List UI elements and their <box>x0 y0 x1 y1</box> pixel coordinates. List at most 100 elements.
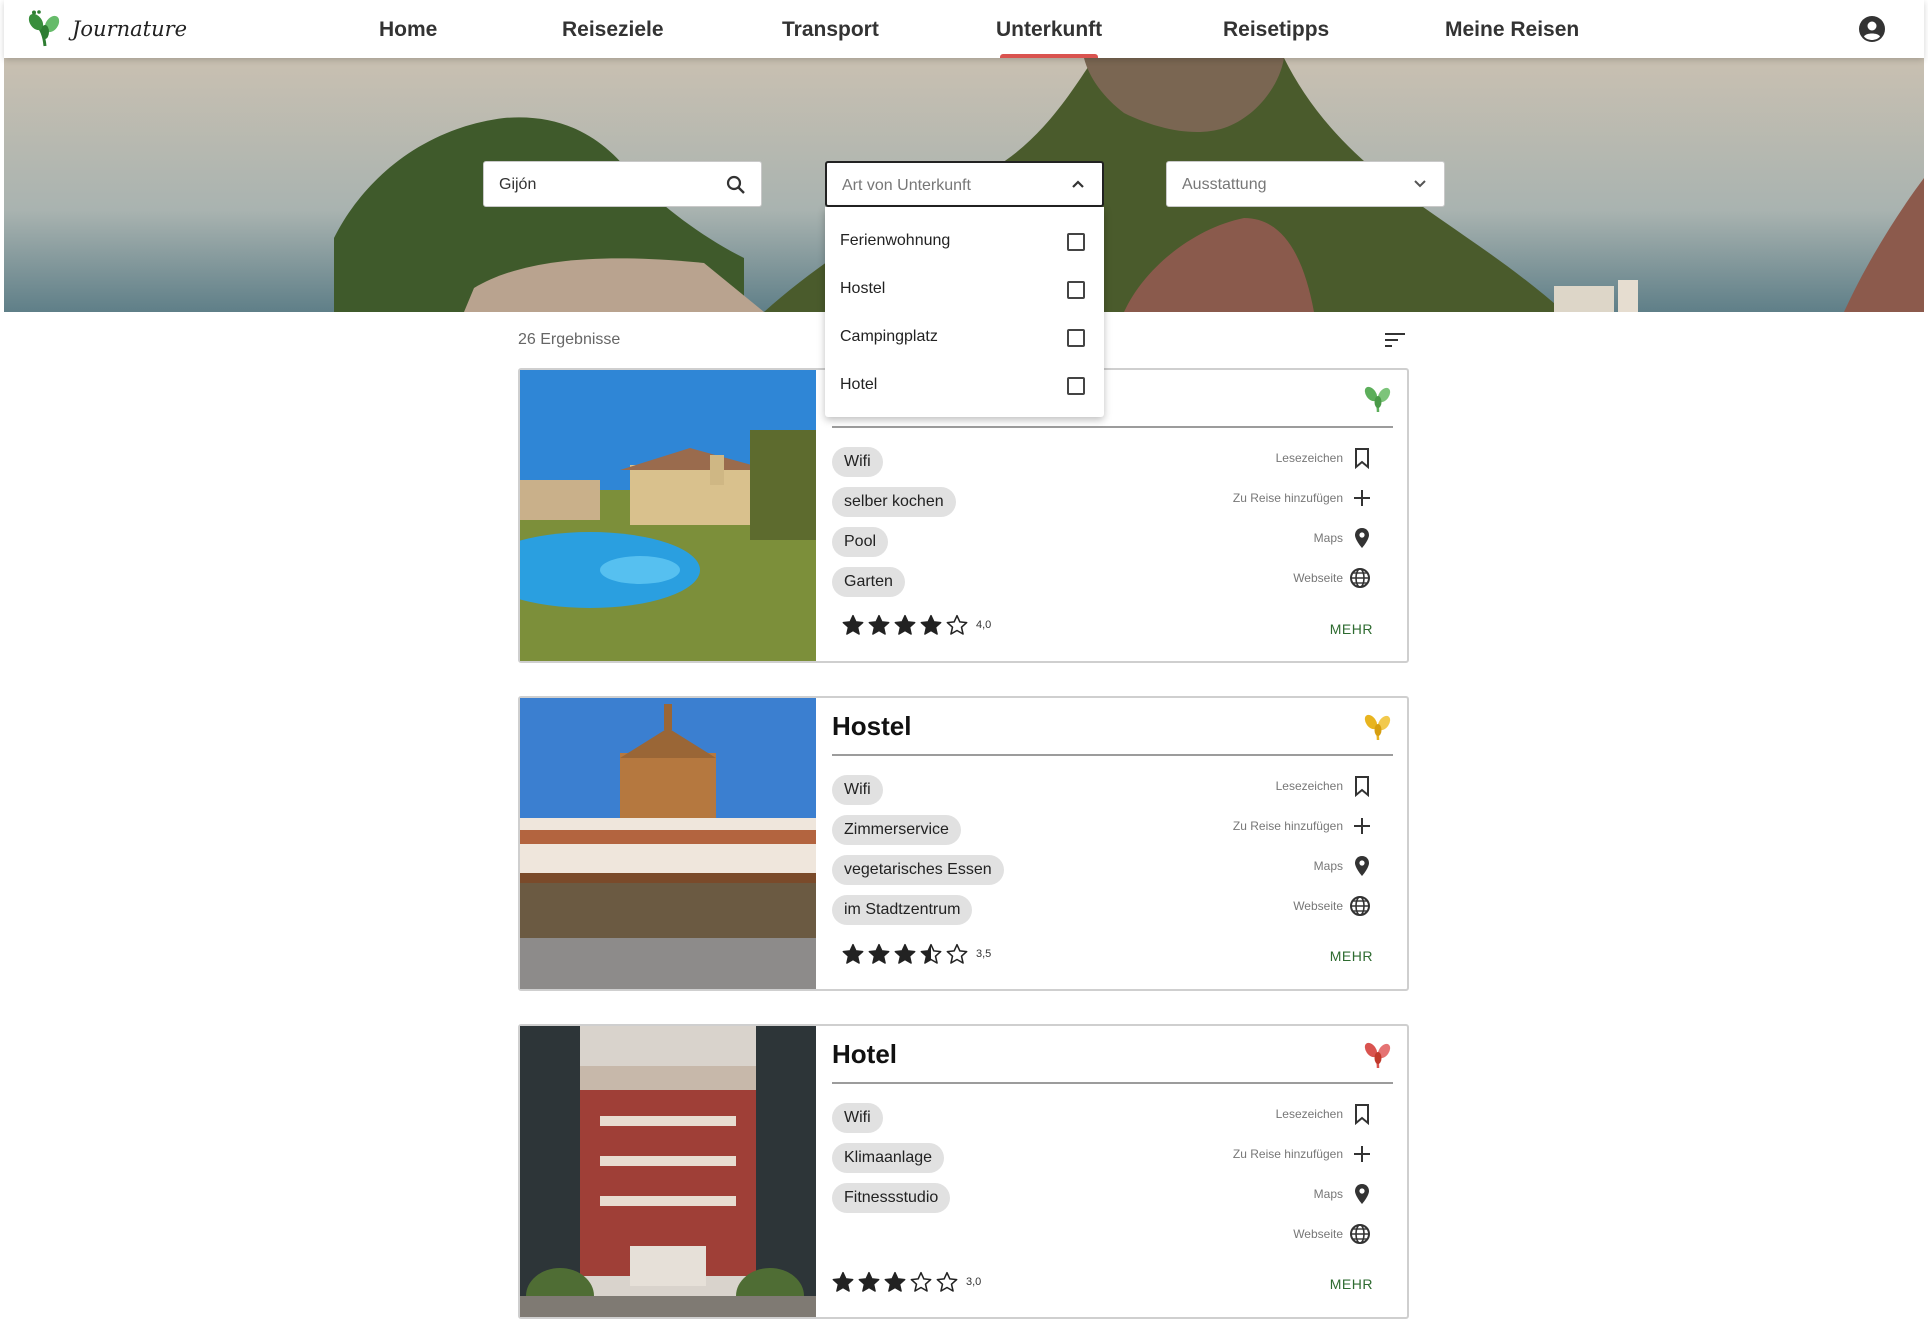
checkbox[interactable] <box>1067 377 1085 395</box>
more-button[interactable]: MEHR <box>1330 621 1373 637</box>
nav-reisetipps[interactable]: Reisetipps <box>1223 0 1329 58</box>
amenities-placeholder: Ausstattung <box>1182 176 1267 193</box>
option-label: Hotel <box>840 376 878 393</box>
nav-reiseziele[interactable]: Reiseziele <box>562 0 664 58</box>
amenities-select[interactable]: Ausstattung <box>1166 161 1445 207</box>
location-pin-icon[interactable] <box>1353 527 1371 549</box>
search-icon[interactable] <box>725 174 747 196</box>
checkbox[interactable] <box>1067 281 1085 299</box>
location-search-field[interactable]: Gijón <box>483 161 762 207</box>
tag-chip: Wifi <box>832 775 883 805</box>
nav-transport[interactable]: Transport <box>782 0 879 58</box>
more-button[interactable]: MEHR <box>1330 948 1373 964</box>
star-filled-icon <box>868 943 890 964</box>
plus-icon[interactable] <box>1353 1143 1371 1165</box>
nav-unterkunft[interactable]: Unterkunft <box>996 0 1102 58</box>
bookmark-label: Lesezeichen <box>1275 1107 1343 1121</box>
tag-chip: Fitnessstudio <box>832 1183 951 1213</box>
maps-label: Maps <box>1313 531 1343 545</box>
star-filled-icon <box>884 1271 906 1292</box>
option-hostel[interactable]: Hostel <box>840 265 1089 313</box>
bookmark-icon[interactable] <box>1353 775 1371 797</box>
add-to-trip-action[interactable]: Zu Reise hinzufügen <box>1233 815 1371 837</box>
yellow-leaf-icon <box>1364 714 1391 741</box>
add-to-trip-label: Zu Reise hinzufügen <box>1232 1147 1343 1161</box>
title-divider <box>832 426 1393 428</box>
results-count: 26 Ergebnisse <box>518 331 621 348</box>
checkbox[interactable] <box>1067 329 1085 347</box>
star-rating: 3,5 <box>842 943 991 965</box>
red-leaf-icon <box>1364 1042 1391 1069</box>
star-filled-icon <box>832 1271 854 1292</box>
website-action[interactable]: Webseite <box>1293 895 1371 917</box>
brand-name: Journature <box>72 17 188 41</box>
option-hotel[interactable]: Hotel <box>840 361 1089 409</box>
tag-chip: Garten <box>832 567 905 597</box>
star-outline-icon <box>910 1271 932 1292</box>
tag-chip: Wifi <box>832 447 883 477</box>
star-outline-icon <box>946 943 968 964</box>
add-to-trip-action[interactable]: Zu Reise hinzufügen <box>1233 487 1371 509</box>
title-divider <box>832 1082 1393 1084</box>
star-rating: 3,0 <box>832 1271 981 1293</box>
plus-icon[interactable] <box>1353 815 1371 837</box>
option-campingplatz[interactable]: Campingplatz <box>840 313 1089 361</box>
website-label: Webseite <box>1293 571 1343 585</box>
tag-chip: selber kochen <box>832 487 956 517</box>
accommodation-card: Hotel Wifi Klimaanlage Fitnessstudio Les… <box>518 1024 1409 1319</box>
globe-icon[interactable] <box>1349 1223 1371 1245</box>
website-action[interactable]: Webseite <box>1293 567 1371 589</box>
account-circle-icon[interactable] <box>1858 15 1886 43</box>
leaf-logo-icon <box>28 10 60 47</box>
option-label: Hostel <box>840 280 886 297</box>
option-label: Campingplatz <box>840 328 938 345</box>
maps-action[interactable]: Maps <box>1314 527 1371 549</box>
checkbox[interactable] <box>1067 233 1085 251</box>
plus-icon[interactable] <box>1353 487 1371 509</box>
tag-chip: Klimaanlage <box>832 1143 945 1173</box>
bookmark-action[interactable]: Lesezeichen <box>1276 447 1371 469</box>
bookmark-icon[interactable] <box>1353 1103 1371 1125</box>
hotel-building-photo <box>520 1026 816 1317</box>
card-title: Hostel <box>832 711 912 741</box>
nav-meine-reisen[interactable]: Meine Reisen <box>1445 0 1579 58</box>
star-half-icon <box>920 943 942 964</box>
maps-action[interactable]: Maps <box>1314 1183 1371 1205</box>
website-label: Webseite <box>1293 899 1343 913</box>
star-filled-icon <box>868 614 890 635</box>
bookmark-icon[interactable] <box>1353 447 1371 469</box>
option-ferienwohnung[interactable]: Ferienwohnung <box>840 217 1089 265</box>
top-navigation: Journature Home Reiseziele Transport Unt… <box>4 0 1924 58</box>
add-to-trip-action[interactable]: Zu Reise hinzufügen <box>1233 1143 1371 1165</box>
villa-pool-photo <box>520 370 816 661</box>
bookmark-action[interactable]: Lesezeichen <box>1276 775 1371 797</box>
tag-chip: vegetarisches Essen <box>832 855 1004 885</box>
globe-icon[interactable] <box>1349 895 1371 917</box>
tag-chip: Pool <box>832 527 889 557</box>
location-pin-icon[interactable] <box>1353 1183 1371 1205</box>
more-button[interactable]: MEHR <box>1330 1276 1373 1292</box>
globe-icon[interactable] <box>1349 567 1371 589</box>
star-rating: 4,0 <box>842 614 991 636</box>
tag-chip: im Stadtzentrum <box>832 895 973 925</box>
location-pin-icon[interactable] <box>1353 855 1371 877</box>
website-action[interactable]: Webseite <box>1293 1223 1371 1245</box>
tag-chip: Zimmerservice <box>832 815 961 845</box>
rating-value: 3,5 <box>976 948 992 960</box>
sort-icon[interactable] <box>1384 332 1406 348</box>
option-label: Ferienwohnung <box>840 232 951 249</box>
nav-home[interactable]: Home <box>379 0 437 58</box>
accommodation-type-dropdown: Ferienwohnung Hostel Campingplatz Hotel <box>825 207 1104 417</box>
star-filled-icon <box>894 943 916 964</box>
add-to-trip-label: Zu Reise hinzufügen <box>1232 491 1343 505</box>
accommodation-type-select[interactable]: Art von Unterkunft <box>825 161 1104 207</box>
bookmark-label: Lesezeichen <box>1275 779 1343 793</box>
brand-logo[interactable]: Journature <box>26 8 187 50</box>
title-divider <box>832 754 1393 756</box>
website-label: Webseite <box>1293 1227 1343 1241</box>
maps-action[interactable]: Maps <box>1314 855 1371 877</box>
bookmark-action[interactable]: Lesezeichen <box>1276 1103 1371 1125</box>
maps-label: Maps <box>1313 1187 1343 1201</box>
card-title: Hotel <box>832 1039 897 1069</box>
chevron-up-icon <box>1072 180 1084 188</box>
